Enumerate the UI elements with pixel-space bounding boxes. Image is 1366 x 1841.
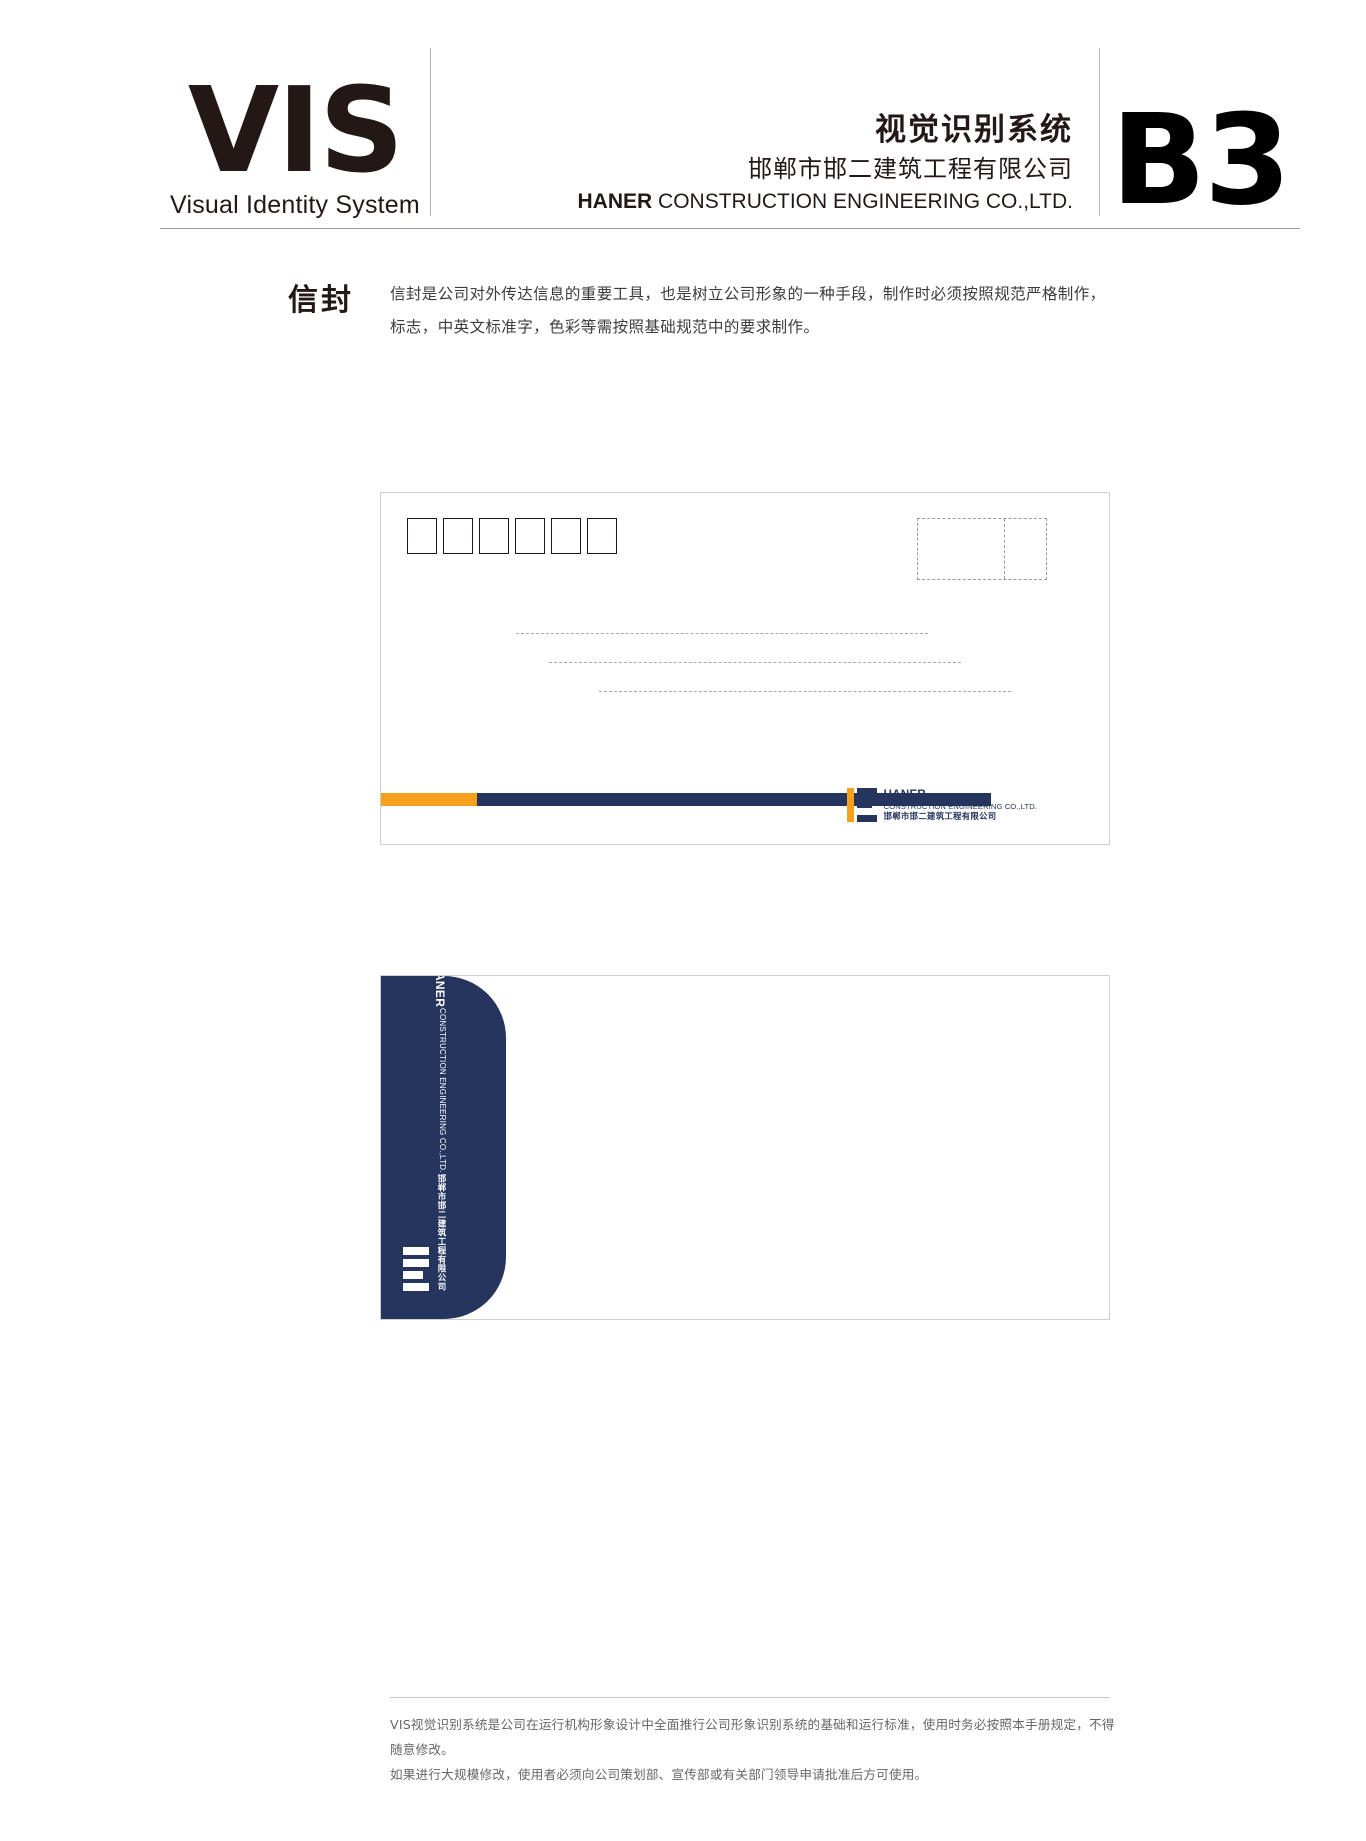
- postcode-box: [515, 518, 545, 554]
- address-line: [599, 691, 1011, 692]
- envelope-back-logo-text: HANER CONSTRUCTION ENGINEERING CO.,LTD. …: [433, 975, 447, 1291]
- vis-logo-block: VIS Visual Identity System: [160, 61, 430, 220]
- page-title-cn: 视觉识别系统: [875, 111, 1073, 148]
- vis-subtitle: Visual Identity System: [170, 191, 420, 219]
- header-title-block: 视觉识别系统 邯郸市邯二建筑工程有限公司 HANER CONSTRUCTION …: [431, 110, 1099, 220]
- stamp-area: [917, 518, 1047, 580]
- postcode-box: [479, 518, 509, 554]
- address-line: [549, 662, 961, 663]
- footer-line-1: VIS视觉识别系统是公司在运行机构形象设计中全面推行公司形象识别系统的基础和运行…: [390, 1717, 1115, 1758]
- envelope-back-logo: HANER CONSTRUCTION ENGINEERING CO.,LTD. …: [403, 975, 447, 1291]
- vis-manual-page: VIS Visual Identity System 视觉识别系统 邯郸市邯二建…: [0, 0, 1366, 1841]
- address-lines: [381, 633, 1109, 720]
- haner-logo-icon: [403, 1247, 429, 1291]
- envelope-front-logo: HANER CONSTRUCTION ENGINEERING CO.,LTD. …: [846, 788, 1037, 822]
- envelope-front-logo-text: HANER CONSTRUCTION ENGINEERING CO.,LTD. …: [884, 789, 1037, 822]
- page-code: B3: [1110, 87, 1291, 233]
- stamp-area-right: [1004, 519, 1046, 579]
- envelope-front-mockup: HANER CONSTRUCTION ENGINEERING CO.,LTD. …: [380, 492, 1110, 845]
- vis-wordmark: VIS: [187, 61, 404, 200]
- logo-name-cn: 邯郸市邯二建筑工程有限公司: [436, 1174, 446, 1291]
- envelope-back-mockup: HANER CONSTRUCTION ENGINEERING CO.,LTD. …: [380, 975, 1110, 1320]
- address-line: [516, 633, 928, 634]
- footer-rule: [390, 1697, 1110, 1698]
- postcode-boxes: [407, 518, 617, 554]
- section-description: 信封是公司对外传达信息的重要工具，也是树立公司形象的一种手段，制作时必须按照规范…: [390, 285, 1106, 336]
- stamp-area-left: [918, 519, 1004, 579]
- brand-bar-orange: [381, 793, 477, 806]
- page-header: VIS Visual Identity System 视觉识别系统 邯郸市邯二建…: [160, 40, 1300, 233]
- header-bottom-rule: [160, 228, 1300, 229]
- haner-logo-icon: [846, 788, 877, 822]
- footer-note: VIS视觉识别系统是公司在运行机构形象设计中全面推行公司形象识别系统的基础和运行…: [390, 1712, 1120, 1788]
- postcode-box: [443, 518, 473, 554]
- company-name-en-bold: HANER: [577, 189, 653, 213]
- logo-name-en: CONSTRUCTION ENGINEERING CO.,LTD.: [438, 1008, 447, 1173]
- postcode-box: [551, 518, 581, 554]
- logo-name-cn: 邯郸市邯二建筑工程有限公司: [883, 811, 997, 822]
- logo-name-en: CONSTRUCTION ENGINEERING CO.,LTD.: [883, 802, 1037, 812]
- company-name-en: HANER CONSTRUCTION ENGINEERING CO.,LTD.: [578, 187, 1073, 216]
- section-title: 信封: [288, 283, 354, 318]
- company-name-cn: 邯郸市邯二建筑工程有限公司: [748, 154, 1073, 183]
- company-name-en-rest: CONSTRUCTION ENGINEERING CO.,LTD.: [652, 189, 1073, 213]
- postcode-box: [587, 518, 617, 554]
- logo-name: HANER: [433, 975, 447, 1008]
- postcode-box: [407, 518, 437, 554]
- footer-line-2: 如果进行大规模修改，使用者必须向公司策划部、宣传部或有关部门领导申请批准后方可使…: [390, 1767, 928, 1783]
- logo-name: HANER: [883, 788, 927, 801]
